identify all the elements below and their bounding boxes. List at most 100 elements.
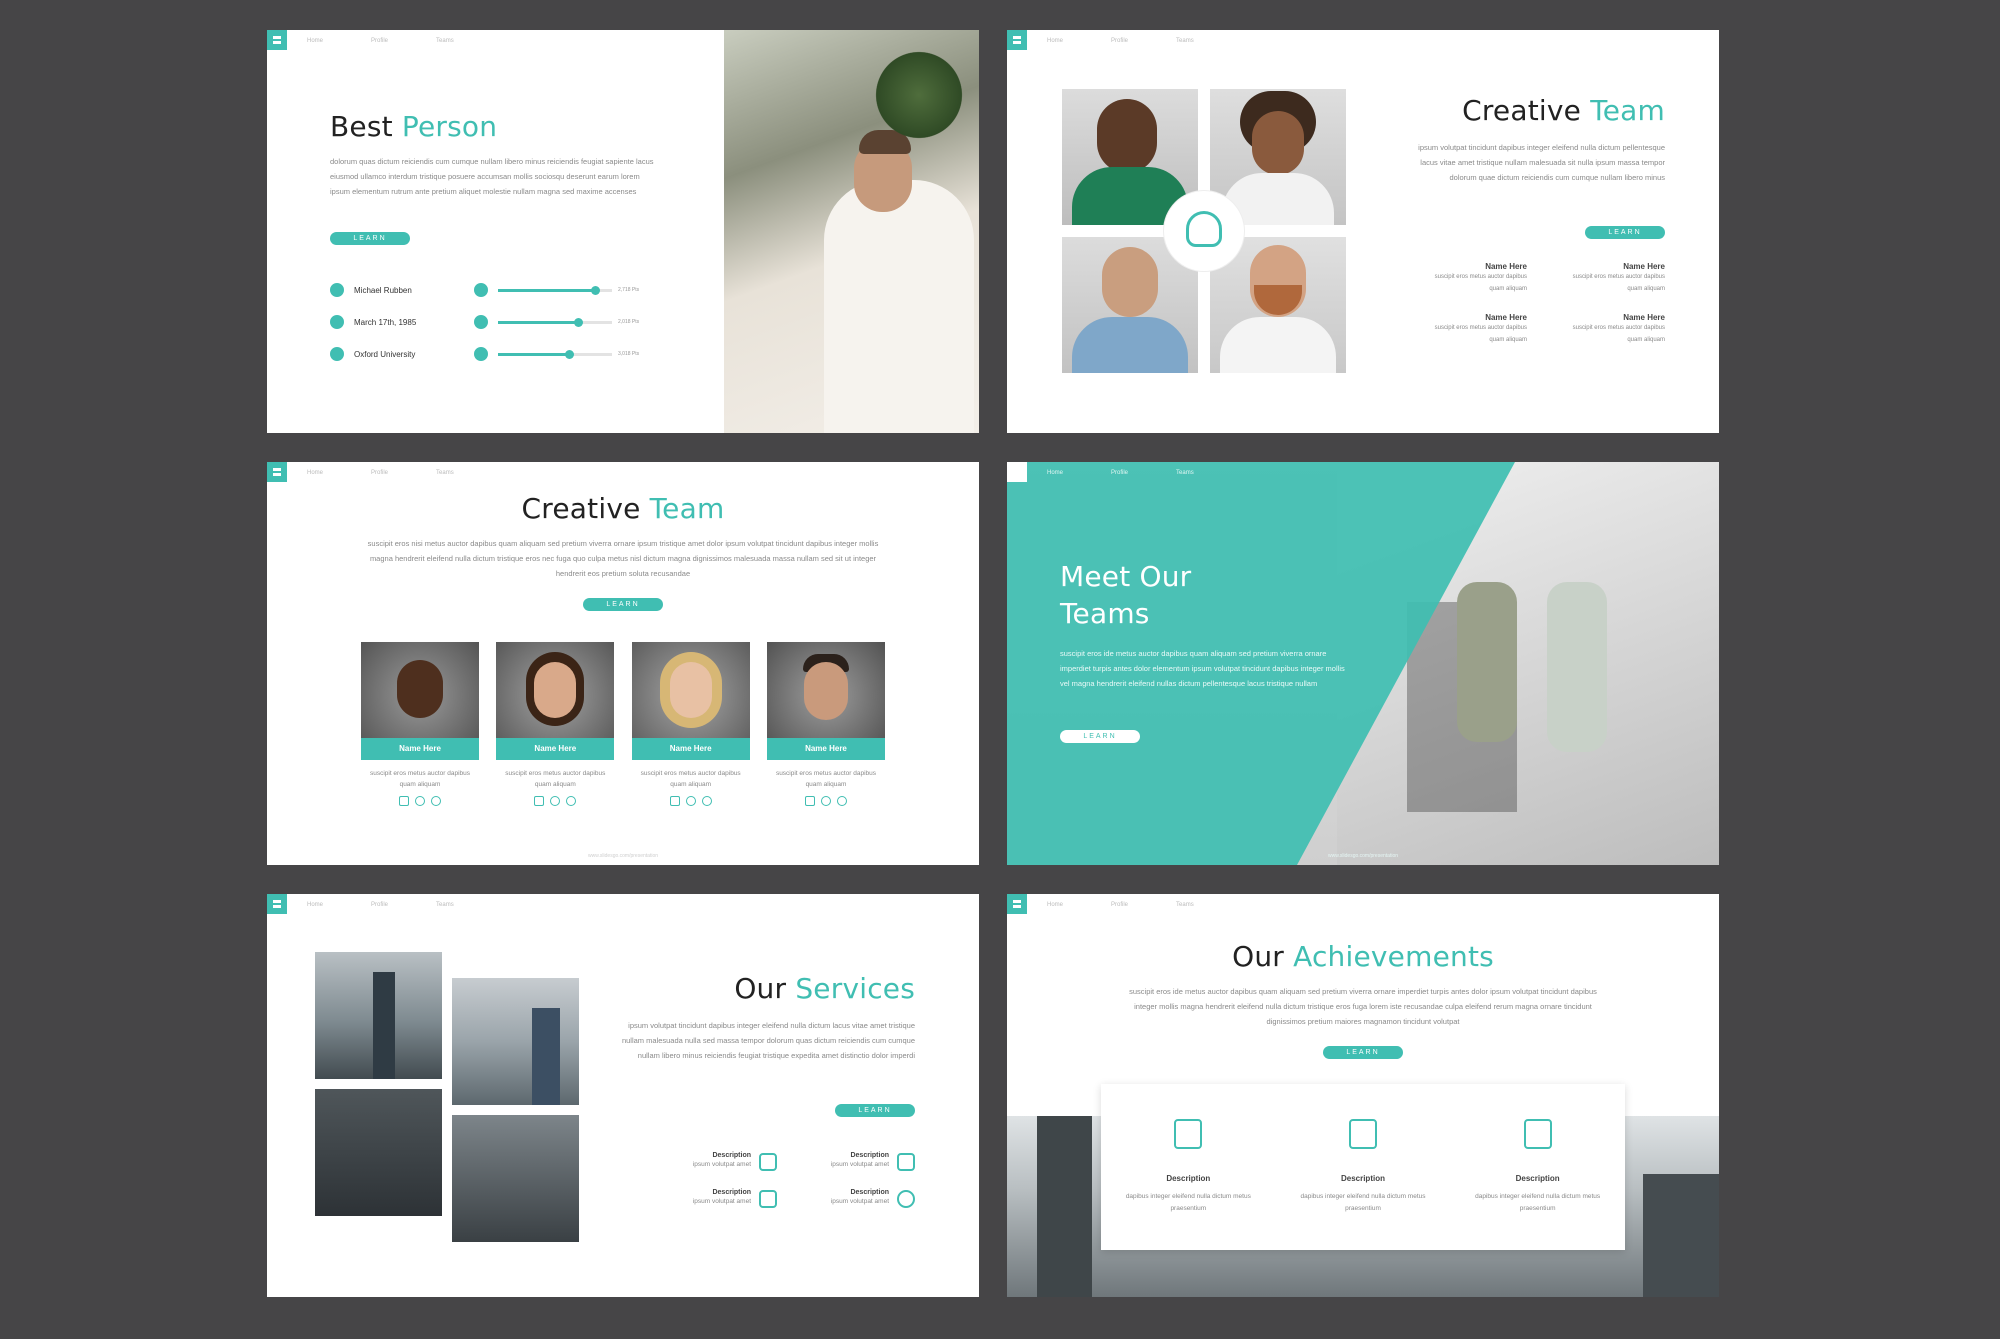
facebook-icon[interactable] — [669, 796, 680, 806]
plant — [874, 40, 964, 150]
info-text: Michael Rubben — [354, 285, 412, 295]
nav-home[interactable]: Home — [307, 470, 323, 476]
slide-creative-team-cards[interactable]: Home Profile Teams Creative Team suscipi… — [267, 462, 979, 865]
face — [1102, 247, 1158, 317]
instagram-icon[interactable] — [566, 796, 577, 806]
face — [1252, 111, 1304, 175]
person-photo — [724, 30, 979, 433]
learn-button[interactable]: LEARN — [330, 232, 410, 245]
slide-title: Best Person — [330, 110, 497, 143]
learn-button[interactable]: LEARN — [835, 1104, 915, 1117]
whatsapp-icon[interactable] — [550, 796, 561, 806]
whatsapp-icon[interactable] — [415, 796, 425, 806]
nav-profile[interactable]: Profile — [371, 38, 388, 44]
card-desc: suscipit eros metus auctor dapibus quam … — [369, 770, 471, 788]
instagram-icon[interactable] — [836, 796, 847, 806]
slide-body: suscipit eros nisi metus auctor dapibus … — [367, 539, 879, 578]
service-sub: ipsum volutpat amet — [830, 1161, 889, 1168]
slide-body: suscipit eros ide metus auctor dapibus q… — [1129, 987, 1597, 1026]
title-part-2: Team — [1590, 94, 1665, 127]
title-part-1: Creative — [521, 492, 641, 525]
stat-icon — [474, 315, 488, 329]
progress-fill — [498, 320, 578, 324]
slide-nav: Home Profile Teams — [1047, 902, 1194, 908]
slide-creative-team-grid[interactable]: Home Profile Teams Creative Team ipsum v… — [1007, 30, 1719, 433]
basket-icon — [897, 1189, 915, 1208]
tower — [532, 1008, 560, 1105]
progress-knob[interactable] — [573, 317, 583, 327]
learn-button[interactable]: LEARN — [1323, 1046, 1403, 1059]
slide-nav: Home Profile Teams — [307, 38, 454, 44]
nav-teams[interactable]: Teams — [1176, 38, 1194, 44]
facebook-icon[interactable] — [399, 796, 409, 806]
achievement-label: Description — [1166, 1174, 1211, 1183]
graduation-icon — [330, 347, 344, 361]
nav-teams[interactable]: Teams — [436, 470, 454, 476]
card-name: Name Here — [631, 738, 750, 760]
nav-profile[interactable]: Profile — [371, 902, 388, 908]
footer-url: www.slidesgo.com/presentation — [1327, 853, 1399, 859]
progress-track — [498, 285, 612, 295]
nav-home[interactable]: Home — [1047, 470, 1063, 476]
whatsapp-icon[interactable] — [685, 796, 696, 806]
award-icon — [1348, 1119, 1377, 1149]
slide-best-person[interactable]: Home Profile Teams Best Person dolorum q… — [267, 30, 979, 433]
team-icon — [1186, 211, 1222, 247]
title-part-2: Team — [649, 492, 725, 525]
nav-teams[interactable]: Teams — [1176, 902, 1194, 908]
nav-teams[interactable]: Teams — [1176, 470, 1194, 476]
team-card[interactable]: Name Here suscipit eros metus auctor dap… — [766, 642, 885, 806]
team-card[interactable]: Name Here suscipit eros metus auctor dap… — [496, 642, 615, 806]
instagram-icon[interactable] — [431, 796, 441, 806]
member-desc: suscipit eros metus auctor dapibus quam … — [1434, 274, 1527, 292]
slide-our-services[interactable]: Home Profile Teams Our Services ipsum vo… — [267, 894, 979, 1297]
info-text: March 17th, 1985 — [354, 317, 417, 327]
service-item: Description ipsum volutpat amet — [797, 1152, 915, 1171]
nav-home[interactable]: Home — [1047, 38, 1063, 44]
achievement-desc: dapibus integer eleifend nulla dictum me… — [1475, 1193, 1601, 1212]
team-card[interactable]: Name Here suscipit eros metus auctor dap… — [631, 642, 750, 806]
calendar-icon — [330, 315, 344, 329]
nav-teams[interactable]: Teams — [436, 902, 454, 908]
progress-track — [498, 317, 612, 327]
person-shirt — [824, 180, 974, 433]
progress-knob[interactable] — [564, 349, 574, 359]
facebook-icon[interactable] — [804, 796, 815, 806]
card-desc: suscipit eros metus auctor dapibus quam … — [505, 770, 606, 788]
street-photo — [452, 1115, 579, 1242]
nav-home[interactable]: Home — [1047, 902, 1063, 908]
nav-teams[interactable]: Teams — [436, 38, 454, 44]
face — [397, 660, 443, 718]
team-card[interactable]: Name Here suscipit eros metus auctor dap… — [361, 642, 479, 806]
nav-home[interactable]: Home — [307, 38, 323, 44]
service-label: Description — [712, 1189, 751, 1196]
progress-fill — [498, 352, 569, 356]
face — [669, 662, 712, 718]
member-name: Name Here — [1485, 262, 1527, 271]
social-icons — [767, 796, 885, 806]
achievement-item: Description dapibus integer eleifend nul… — [1298, 1119, 1428, 1215]
service-item: Description ipsum volutpat amet — [659, 1152, 777, 1171]
progress-knob[interactable] — [590, 285, 600, 295]
slide-title: Creative Team — [267, 492, 979, 525]
nav-profile[interactable]: Profile — [371, 470, 388, 476]
title-line-2: Teams — [1060, 597, 1150, 630]
instagram-icon[interactable] — [701, 796, 712, 806]
facebook-icon[interactable] — [534, 796, 545, 806]
nav-profile[interactable]: Profile — [1111, 902, 1128, 908]
nav-profile[interactable]: Profile — [1111, 38, 1128, 44]
face — [803, 662, 848, 720]
nav-home[interactable]: Home — [307, 902, 323, 908]
slide-meet-our-teams[interactable]: Home Profile Teams Meet Our Teams suscip… — [1007, 462, 1719, 865]
info-row: Michael Rubben 2,718 Pts — [330, 274, 660, 306]
slide-our-achievements[interactable]: Home Profile Teams Our Achievements susc… — [1007, 894, 1719, 1297]
nav-profile[interactable]: Profile — [1111, 470, 1128, 476]
learn-button[interactable]: LEARN — [583, 598, 663, 611]
learn-button[interactable]: LEARN — [1060, 730, 1140, 743]
person — [1457, 582, 1517, 742]
face — [1097, 99, 1157, 173]
whatsapp-icon[interactable] — [820, 796, 831, 806]
title-part-1: Creative — [1462, 94, 1582, 127]
learn-button[interactable]: LEARN — [1585, 226, 1665, 239]
stat-value: 3,018 Pts — [618, 351, 640, 357]
